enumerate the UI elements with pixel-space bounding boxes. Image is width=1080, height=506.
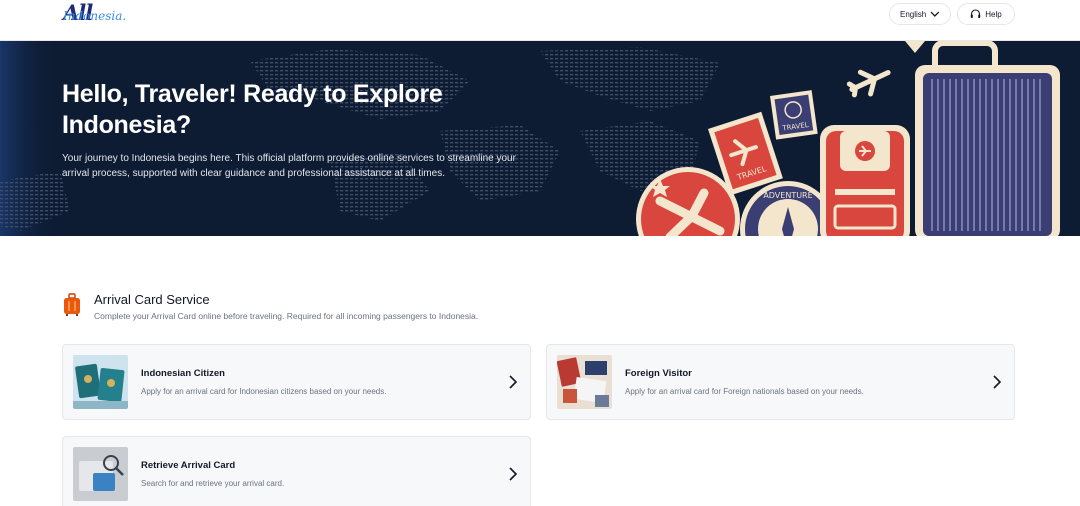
card-title: Indonesian Citizen (141, 368, 225, 379)
chevron-right-icon (509, 375, 518, 389)
retrieve-arrival-card-card[interactable]: Retrieve Arrival Card Search for and ret… (62, 436, 531, 506)
chevron-right-icon (509, 467, 518, 481)
travel-stamp-purple: TRAVEL (770, 90, 818, 140)
passport-thumbnail (73, 355, 128, 409)
chevron-right-icon (993, 375, 1002, 389)
card-title: Foreign Visitor (625, 368, 692, 379)
purple-suitcase (915, 41, 1060, 236)
language-selector[interactable]: English (889, 3, 951, 25)
help-button[interactable]: Help (957, 3, 1015, 25)
section-subtitle: Complete your Arrival Card online before… (94, 311, 479, 321)
foreign-visitor-card[interactable]: Foreign Visitor Apply for an arrival car… (546, 344, 1015, 420)
hero-banner: Hello, Traveler! Ready to Explore Indone… (0, 41, 1080, 236)
section-title: Arrival Card Service (94, 292, 210, 307)
retrieve-thumbnail (73, 447, 128, 501)
hero-description: Your journey to Indonesia begins here. T… (62, 153, 516, 179)
top-header: All Indonesia. English Help (0, 0, 1080, 41)
help-label: Help (985, 9, 1002, 19)
suitcase-icon (64, 293, 80, 316)
plane-icon (846, 69, 891, 98)
hero-title: Hello, Traveler! Ready to Explore Indone… (62, 80, 443, 139)
card-description: Apply for an arrival card for Foreign na… (625, 387, 864, 396)
foreign-visitor-thumbnail (557, 355, 612, 409)
chevron-down-icon (930, 11, 940, 17)
stamp-adventure-label: ADVENTURE (763, 191, 812, 200)
card-description: Search for and retrieve your arrival car… (141, 479, 285, 488)
card-description: Apply for an arrival card for Indonesian… (141, 387, 387, 396)
all-indonesia-logo[interactable]: All Indonesia. (62, 0, 132, 30)
indonesian-citizen-card[interactable]: Indonesian Citizen Apply for an arrival … (62, 344, 531, 420)
card-title: Retrieve Arrival Card (141, 460, 236, 471)
logo-indonesia-text: Indonesia. (63, 9, 127, 23)
headset-icon (971, 9, 981, 18)
red-backpack (820, 125, 910, 236)
language-label: English (900, 9, 927, 19)
travel-illustration: TRAVEL TRAVEL ADVENTURE (636, 41, 1060, 236)
